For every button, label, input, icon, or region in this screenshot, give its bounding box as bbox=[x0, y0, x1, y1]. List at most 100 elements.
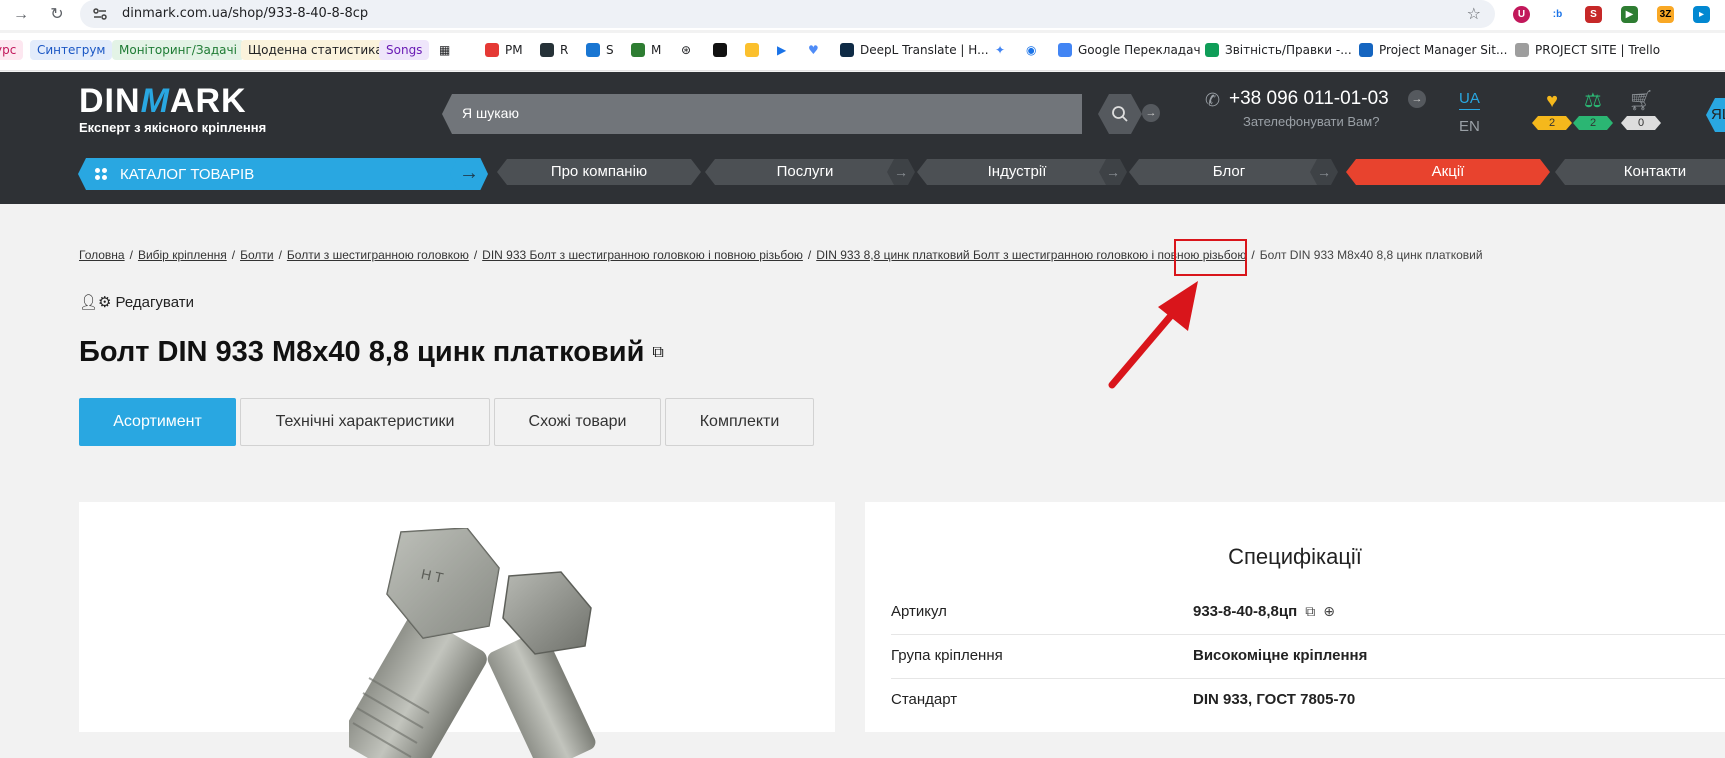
bookmark-star-icon[interactable]: ☆ bbox=[1467, 4, 1481, 24]
bookmarks-bar: урс Синтегрум Моніторинг/Задачі Щоденна … bbox=[0, 33, 1725, 71]
extension-icon[interactable]: ▸ bbox=[1693, 6, 1710, 23]
forward-icon[interactable]: → bbox=[12, 6, 30, 24]
extension-icon[interactable]: U bbox=[1513, 6, 1530, 23]
extension-icon[interactable]: ▶ bbox=[1621, 6, 1638, 23]
url-text[interactable]: dinmark.com.ua/shop/933-8-40-8-8cp bbox=[122, 6, 368, 21]
compare-count: 2 bbox=[1573, 116, 1613, 130]
bookmark-item[interactable]: Songs bbox=[379, 40, 430, 60]
bookmark-item[interactable]: PROJECT SITE | Trello bbox=[1515, 40, 1660, 60]
bookmark-item[interactable]: PM bbox=[485, 40, 523, 60]
language-switcher: UA EN bbox=[1459, 90, 1480, 135]
spec-value: 933-8-40-8,8цп ⧉ ⊕ bbox=[1193, 603, 1335, 620]
breadcrumb-link[interactable]: DIN 933 Болт з шестигранною головкою і п… bbox=[482, 248, 803, 262]
breadcrumb: Головна / Вибір кріплення / Болти / Болти з ше… bbox=[79, 248, 1483, 262]
compare-icon: ⚖ bbox=[1584, 90, 1602, 112]
catalog-label: КАТАЛОГ ТОВАРІВ bbox=[120, 166, 255, 183]
bookmark-item[interactable]: Щоденна статистика bbox=[241, 40, 390, 60]
bookmark-item[interactable]: Project Manager Sit... bbox=[1359, 40, 1507, 60]
callback-link[interactable]: Зателефонувати Вам? bbox=[1243, 114, 1379, 129]
nav-contacts[interactable]: Контакти bbox=[1555, 159, 1725, 185]
catalog-button[interactable]: КАТАЛОГ ТОВАРІВ → bbox=[78, 158, 488, 190]
heart-icon[interactable]: ♥ bbox=[808, 40, 819, 60]
favicon bbox=[840, 43, 854, 57]
favicon bbox=[1058, 43, 1072, 57]
bookmark-item[interactable]: R bbox=[540, 40, 568, 60]
add-circle-icon[interactable]: ⊕ bbox=[1323, 603, 1335, 619]
spec-key: Артикул bbox=[891, 603, 947, 620]
nav-blog[interactable]: Блог bbox=[1129, 159, 1329, 185]
extension-icon[interactable]: S bbox=[1585, 6, 1602, 23]
tab-similar[interactable]: Схожі товари bbox=[494, 398, 661, 446]
reload-icon[interactable]: ↻ bbox=[48, 6, 66, 24]
chatgpt-icon[interactable]: ⊛ bbox=[681, 40, 691, 60]
phone-number[interactable]: +38 096 011-01-03 bbox=[1229, 88, 1389, 110]
favorites-button[interactable]: ♥ 2 bbox=[1530, 90, 1574, 130]
nav-about[interactable]: Про компанію bbox=[497, 159, 701, 185]
bookmark-item[interactable]: S bbox=[586, 40, 614, 60]
nav-services[interactable]: Послуги bbox=[705, 159, 905, 185]
gemini-icon[interactable]: ✦ bbox=[995, 40, 1005, 60]
site-settings-icon[interactable] bbox=[92, 6, 108, 22]
breadcrumb-link[interactable]: Болти з шестигранною головкою bbox=[287, 248, 469, 262]
specifications-card: Специфікації Артикул 933-8-40-8,8цп ⧉ ⊕ Гр… bbox=[865, 502, 1725, 732]
spec-key: Група кріплення bbox=[891, 647, 1003, 664]
compare-button[interactable]: ⚖ 2 bbox=[1571, 90, 1615, 130]
bookmark-item[interactable]: Звітність/Правки -... bbox=[1205, 40, 1352, 60]
breadcrumb-link[interactable]: Головна bbox=[79, 248, 125, 262]
annotation-arrow-icon bbox=[1108, 281, 1198, 389]
spec-row: Стандарт DIN 933, ГОСТ 7805-70 bbox=[891, 679, 1725, 723]
annotation-highlight-box bbox=[1174, 239, 1247, 276]
bookmark-item[interactable]: Google Перекладач bbox=[1058, 40, 1201, 60]
lang-en[interactable]: EN bbox=[1459, 118, 1480, 135]
bookmark-item[interactable]: Моніторинг/Задачі bbox=[112, 40, 244, 60]
arrow-right-icon: → bbox=[450, 158, 488, 190]
extension-icon[interactable]: :b bbox=[1549, 6, 1566, 23]
copy-icon[interactable]: ⧉ bbox=[1305, 603, 1315, 619]
breadcrumb-current: Болт DIN 933 M8x40 8,8 цинк платковий bbox=[1259, 248, 1483, 262]
bookmark-item[interactable]: M bbox=[631, 40, 661, 60]
spec-value: DIN 933, ГОСТ 7805-70 bbox=[1193, 691, 1356, 708]
extension-icon[interactable]: 3Z bbox=[1657, 6, 1674, 23]
tab-kits[interactable]: Комплекти bbox=[665, 398, 814, 446]
favicon bbox=[586, 43, 600, 57]
copy-icon[interactable]: ⧉ bbox=[652, 344, 663, 361]
favorites-count: 2 bbox=[1532, 116, 1572, 130]
bookmark-item[interactable]: Синтегрум bbox=[30, 40, 113, 60]
bookmark-icon[interactable] bbox=[713, 40, 733, 60]
nav-industries[interactable]: Індустрії bbox=[917, 159, 1117, 185]
favicon bbox=[1205, 43, 1219, 57]
bookmark-icon[interactable] bbox=[745, 40, 765, 60]
play-icon[interactable]: ▶ bbox=[777, 40, 786, 60]
cart-icon: 🛒︎ bbox=[1628, 90, 1654, 112]
side-tab[interactable]: ЯЦ bbox=[1706, 98, 1725, 132]
site-logo[interactable]: DINMARK Експерт з якісного кріплення bbox=[79, 84, 266, 135]
specifications-title: Специфікації bbox=[1228, 544, 1362, 569]
nav-promo[interactable]: Акції bbox=[1346, 159, 1550, 185]
tab-specifications[interactable]: Технічні характеристики bbox=[240, 398, 490, 446]
breadcrumb-link[interactable]: Вибір кріплення bbox=[138, 248, 227, 262]
arrow-right-icon[interactable]: → bbox=[1408, 90, 1426, 108]
cart-button[interactable]: 🛒︎ 0 bbox=[1619, 90, 1663, 130]
favicon bbox=[1515, 43, 1529, 57]
bookmark-icon[interactable]: ◉ bbox=[1026, 40, 1036, 60]
search-button[interactable] bbox=[1098, 94, 1142, 134]
search-box: Я шукаю → bbox=[442, 94, 1160, 134]
edit-link[interactable]: 👤︎⚙ Редагувати bbox=[79, 293, 194, 311]
search-icon bbox=[1112, 106, 1128, 122]
address-bar[interactable]: dinmark.com.ua/shop/933-8-40-8-8cp ☆ bbox=[80, 0, 1495, 28]
favicon bbox=[540, 43, 554, 57]
apps-grid-icon[interactable]: ▦ bbox=[439, 40, 450, 60]
product-image-card: H T bbox=[79, 502, 835, 758]
breadcrumb-link[interactable]: Болти bbox=[240, 248, 274, 262]
spec-key: Стандарт bbox=[891, 691, 958, 708]
site-header: DINMARK Експерт з якісного кріплення Я ш… bbox=[0, 72, 1725, 204]
arrow-right-icon[interactable]: → bbox=[1142, 104, 1160, 122]
search-input[interactable]: Я шукаю bbox=[442, 94, 1082, 134]
cart-count: 0 bbox=[1621, 116, 1661, 130]
product-image[interactable]: H T bbox=[349, 528, 609, 758]
bookmark-item[interactable]: DeepL Translate | H... bbox=[840, 40, 989, 60]
tab-assortment[interactable]: Асортимент bbox=[79, 398, 236, 446]
lang-ua[interactable]: UA bbox=[1459, 90, 1480, 110]
logo-tagline: Експерт з якісного кріплення bbox=[79, 120, 267, 135]
bookmark-item[interactable]: урс bbox=[0, 40, 24, 60]
